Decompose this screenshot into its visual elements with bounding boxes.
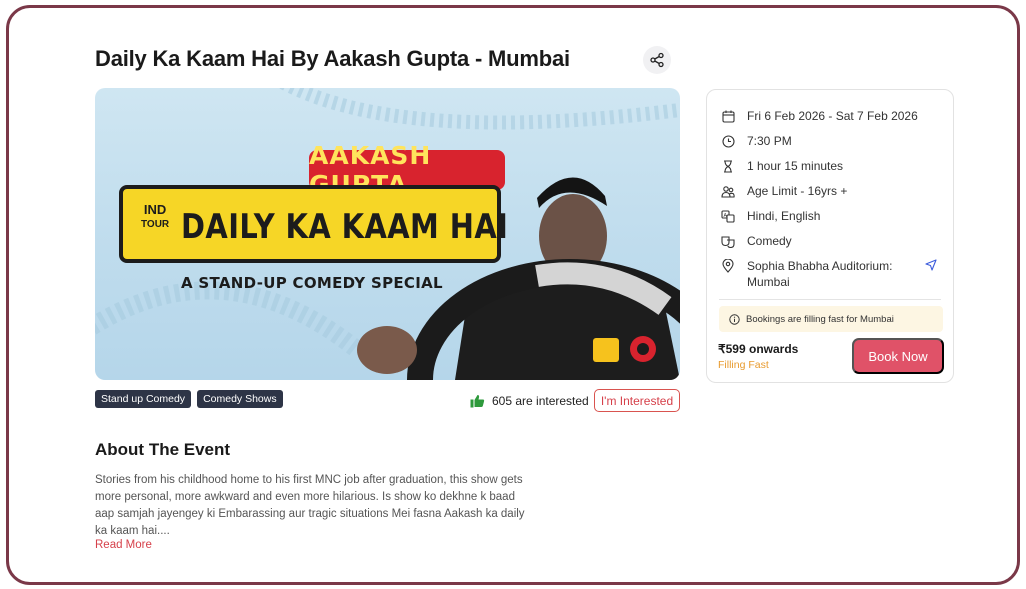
info-venue: Sophia Bhabha Auditorium: Mumbai [721, 258, 892, 290]
event-info-card: Fri 6 Feb 2026 - Sat 7 Feb 2026 7:30 PM … [706, 89, 954, 383]
info-duration: 1 hour 15 minutes [721, 158, 843, 174]
clock-icon [721, 134, 735, 148]
info-duration-text: 1 hour 15 minutes [747, 159, 844, 173]
info-languages-text: Hindi, English [747, 209, 821, 223]
info-date-text: Fri 6 Feb 2026 - Sat 7 Feb 2026 [747, 109, 918, 123]
info-date: Fri 6 Feb 2026 - Sat 7 Feb 2026 [721, 108, 918, 124]
interested-button[interactable]: I'm Interested [594, 389, 680, 412]
hourglass-icon [721, 159, 735, 173]
people-icon [721, 184, 735, 198]
info-time: 7:30 PM [721, 133, 792, 149]
language-icon: A [721, 209, 735, 223]
info-genre-text: Comedy [747, 234, 792, 248]
venue-line-1: Sophia Bhabha Auditorium: [747, 259, 893, 273]
plate-title: DAILY KA KAAM HAI [181, 207, 509, 247]
banner-name-tag: AAKASH GUPTA [309, 141, 505, 199]
plate-prefix: IND TOUR [141, 203, 169, 231]
info-age-limit-text: Age Limit - 16yrs + [747, 184, 848, 198]
share-button[interactable] [643, 46, 671, 74]
booking-alert-text: Bookings are filling fast for Mumbai [746, 313, 894, 325]
category-tags: Stand up Comedy Comedy Shows [95, 390, 283, 408]
plate-prefix-text: IND [143, 202, 167, 217]
booking-alert: Bookings are filling fast for Mumbai [719, 306, 943, 332]
card-divider [719, 299, 941, 300]
info-languages: A Hindi, English [721, 208, 820, 224]
interest-count-text: 605 are interested [492, 394, 589, 408]
price-text: ₹599 onwards [718, 342, 799, 356]
interest-count: 605 are interested [470, 390, 589, 412]
info-age-limit: Age Limit - 16yrs + [721, 183, 847, 199]
svg-text:A: A [724, 213, 728, 219]
event-title: Daily Ka Kaam Hai By Aakash Gupta - Mumb… [95, 46, 570, 71]
venue-line-2: Mumbai [747, 275, 790, 289]
tag-stand-up-comedy[interactable]: Stand up Comedy [95, 390, 192, 408]
tag-comedy-shows[interactable]: Comedy Shows [197, 390, 283, 408]
about-heading: About The Event [95, 440, 231, 459]
masks-icon [721, 234, 735, 248]
banner-subtitle: A STAND-UP COMEDY SPECIAL [181, 274, 443, 292]
read-more-link[interactable]: Read More [95, 539, 152, 551]
about-text: Stories from his childhood home to his f… [95, 474, 525, 537]
event-banner: AAKASH GUPTA IND TOUR DAILY KA KAAM HAI … [95, 88, 680, 380]
banner-plate: IND TOUR DAILY KA KAAM HAI [119, 185, 508, 263]
info-venue-text: Sophia Bhabha Auditorium: Mumbai [747, 258, 892, 290]
info-icon [729, 313, 740, 325]
info-genre: Comedy [721, 233, 792, 249]
location-pin-icon [721, 259, 735, 273]
price-status: Filling Fast [718, 359, 769, 371]
navigate-icon[interactable] [925, 258, 937, 276]
plate-prefix-small: TOUR [141, 219, 170, 230]
share-icon [650, 52, 664, 68]
book-now-button[interactable]: Book Now [852, 338, 944, 374]
calendar-icon [721, 109, 735, 123]
info-time-text: 7:30 PM [747, 134, 792, 148]
thumbs-up-icon [470, 395, 485, 408]
